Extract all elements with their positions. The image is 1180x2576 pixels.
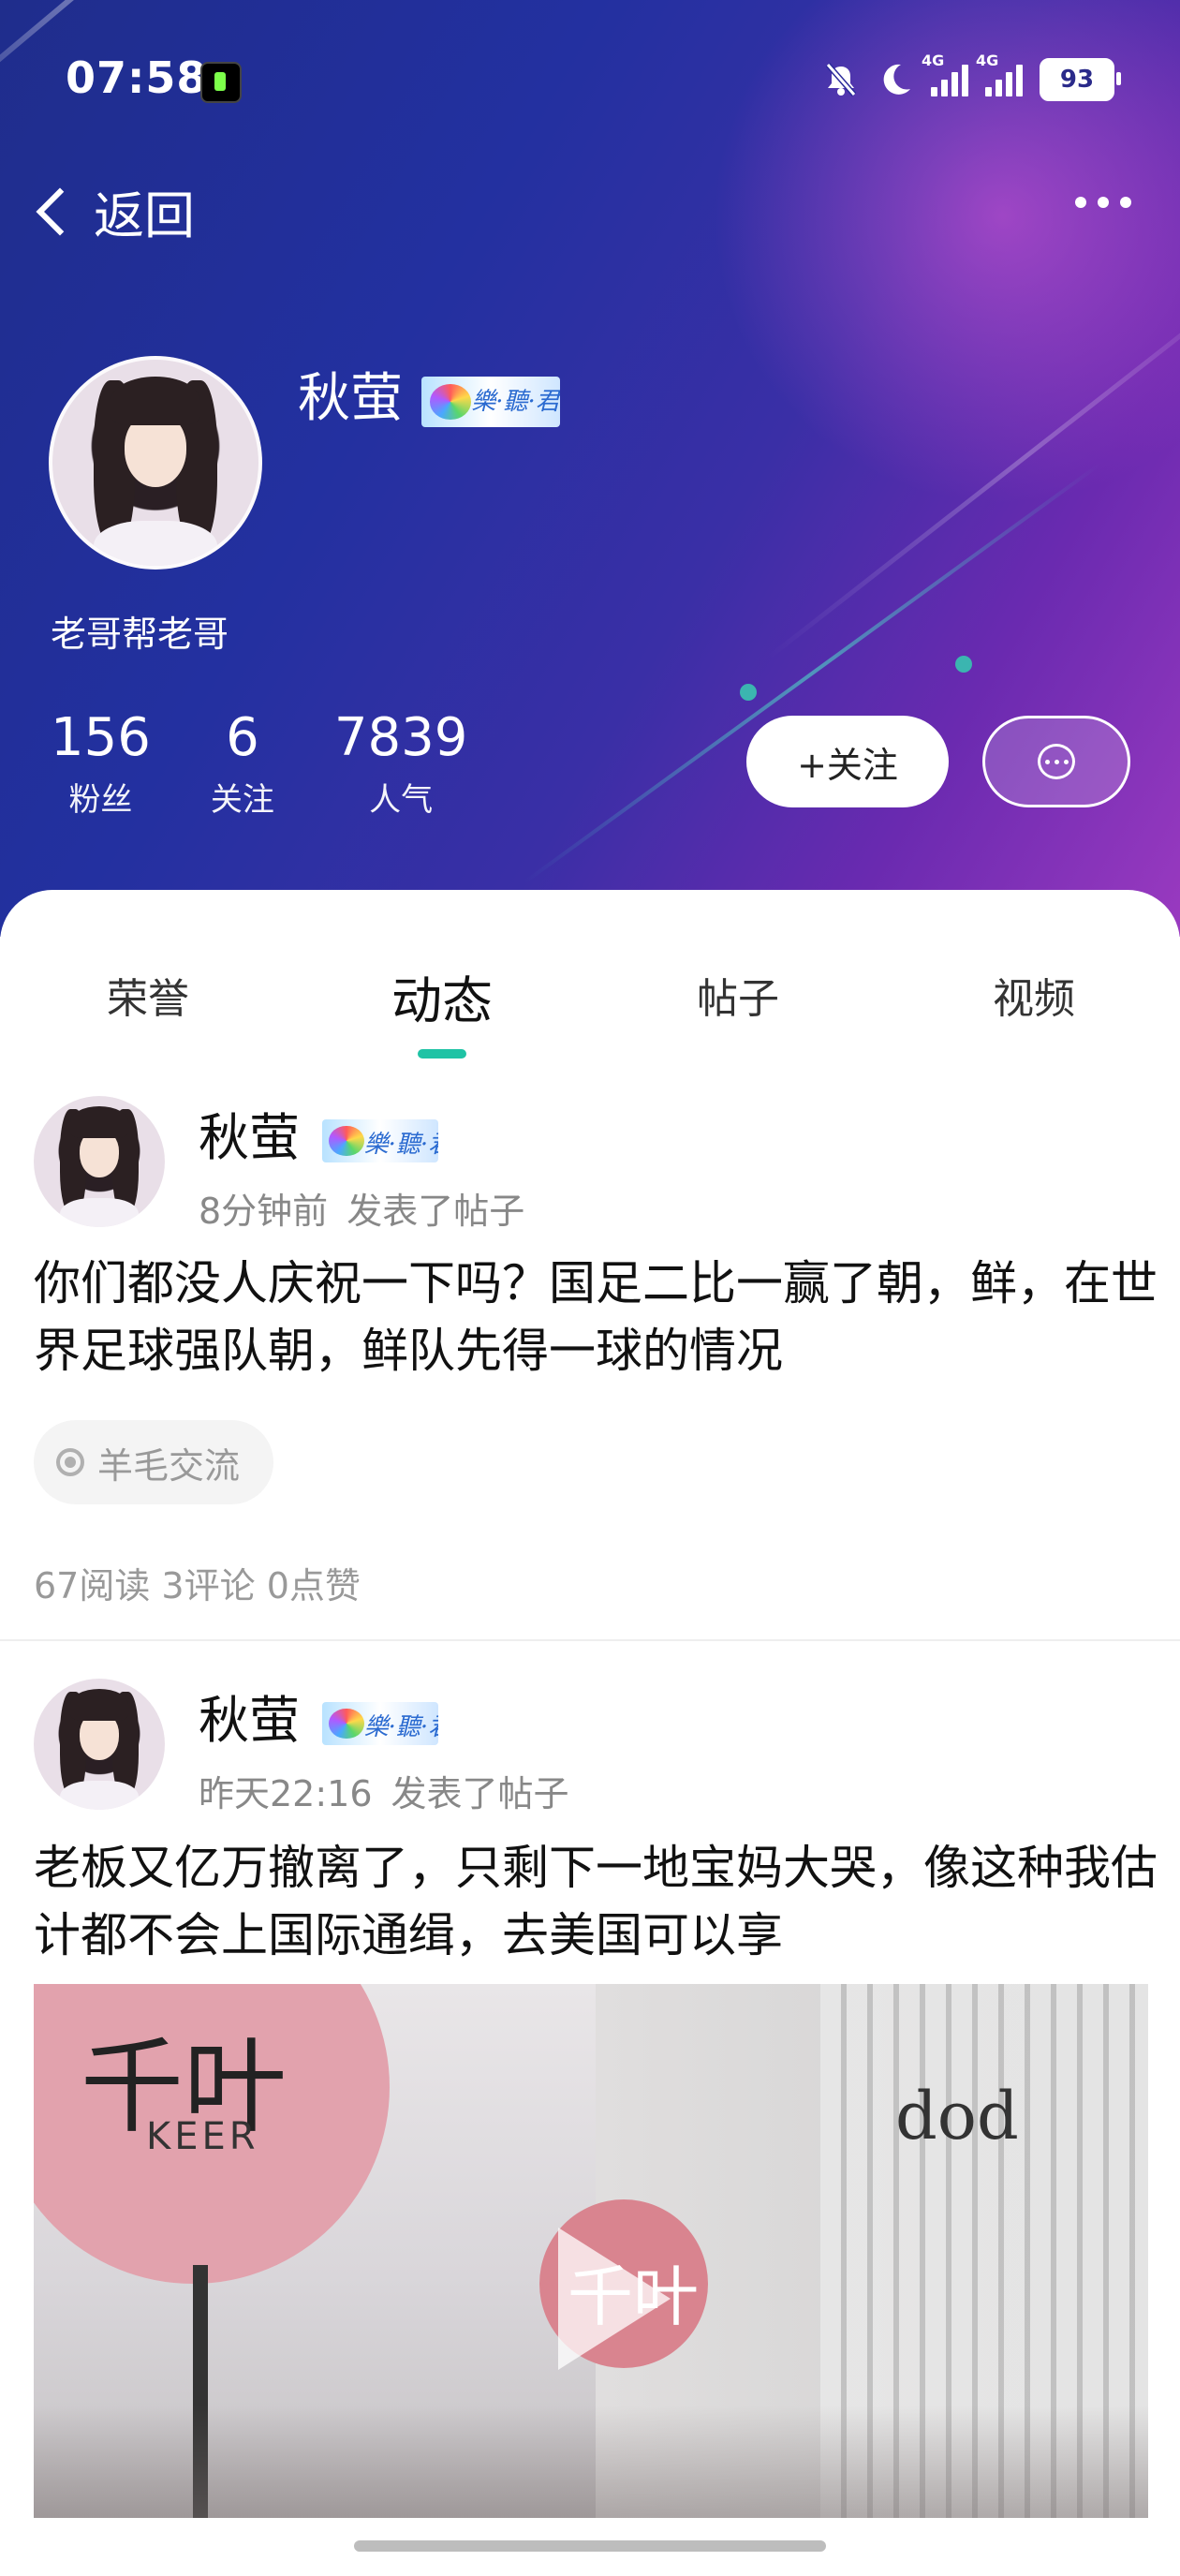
post-author[interactable]: 秋萤	[199, 1691, 300, 1750]
tab-honor[interactable]: 荣誉	[107, 965, 189, 1025]
post-text[interactable]: 老板又亿万撤离了，只剩下一地宝妈大哭，像这种我估计都不会上国际通缉，去美国可以享	[34, 1834, 1158, 1969]
video-door-text: dod	[895, 2078, 1019, 2154]
profile-bio: 老哥帮老哥	[51, 614, 229, 655]
stat-label: 粉丝	[68, 781, 133, 819]
profile-name-row: 秋萤 樂·聽·君	[298, 356, 560, 432]
post-author-row: 秋萤樂·聽·君	[199, 1679, 438, 1753]
status-bar: 07:58 4G 4G 93	[0, 0, 1180, 159]
chevron-left-icon	[36, 187, 84, 235]
post-time: 昨天22:16	[199, 1773, 373, 1814]
video-thumbnail[interactable]: 千叶 KEER dod 千叶	[34, 1984, 1148, 2518]
tab-posts[interactable]: 帖子	[697, 965, 779, 1025]
post-meta: 8分钟前 发表了帖子	[199, 1182, 524, 1234]
profile-name: 秋萤	[298, 368, 403, 429]
profile-stats: 156 粉丝 6 关注 7839 人气	[51, 708, 527, 820]
post-author[interactable]: 秋萤	[199, 1108, 300, 1167]
chat-bubble-icon	[1038, 744, 1075, 779]
post-action: 发表了帖子	[347, 1191, 525, 1232]
tab-videos[interactable]: 视频	[993, 965, 1075, 1025]
back-label: 返回	[94, 186, 195, 245]
decorative-dot	[955, 656, 972, 673]
avatar[interactable]	[49, 356, 262, 570]
avatar[interactable]	[34, 1096, 165, 1227]
status-time: 07:58	[66, 52, 208, 103]
video-sign-subtext: KEER	[146, 2115, 259, 2158]
divider	[0, 1639, 1180, 1641]
post-text[interactable]: 你们都没人庆祝一下吗？国足二比一赢了朝，鲜，在世界足球强队朝，鲜队先得一球的情况	[34, 1250, 1158, 1384]
follow-button[interactable]: +关注	[746, 716, 949, 807]
topic-icon	[56, 1448, 84, 1476]
profile-tabs: 荣誉 动态 帖子 视频	[0, 965, 1180, 1059]
network-type-label: 4G	[976, 52, 999, 69]
video-scene-counter	[34, 2406, 1148, 2518]
decorative-streak	[523, 462, 1102, 884]
user-badge-icon: 樂·聽·君	[322, 1119, 438, 1163]
status-icons: 4G 4G 93	[822, 52, 1121, 103]
post-stats: 67阅读 3评论 0点赞	[34, 1565, 361, 1606]
signal-icon: 4G	[976, 52, 1023, 96]
post-author-row: 秋萤樂·聽·君	[199, 1096, 438, 1170]
decorative-dot	[740, 684, 757, 701]
message-button[interactable]	[982, 716, 1130, 807]
active-tab-indicator	[418, 1049, 466, 1059]
mute-bell-icon	[825, 63, 857, 96]
moon-icon	[883, 64, 910, 95]
stat-popularity: 7839 人气	[334, 708, 468, 820]
battery-icon: 93	[1040, 58, 1121, 101]
topic-tag-label: 羊毛交流	[97, 1444, 241, 1487]
stat-label: 人气	[369, 781, 434, 819]
stat-value: 156	[51, 707, 151, 768]
stat-value: 6	[226, 707, 259, 768]
stat-value: 7839	[333, 707, 468, 768]
post-time: 8分钟前	[199, 1191, 329, 1232]
topic-tag[interactable]: 羊毛交流	[34, 1420, 274, 1504]
tab-activity[interactable]: 动态	[391, 959, 493, 1033]
app-notification-icon	[200, 62, 242, 103]
battery-level: 93	[1059, 66, 1095, 94]
stat-label: 关注	[210, 781, 274, 819]
more-dots-icon[interactable]	[1075, 197, 1131, 208]
user-badge-icon: 樂·聽·君	[322, 1702, 438, 1746]
network-type-label: 4G	[922, 52, 945, 69]
home-indicator[interactable]	[354, 2540, 826, 2552]
post-meta: 昨天22:16 发表了帖子	[199, 1765, 569, 1816]
stat-following[interactable]: 6 关注	[211, 708, 274, 820]
stat-fans[interactable]: 156 粉丝	[51, 708, 151, 820]
play-icon[interactable]	[558, 2228, 671, 2370]
user-badge-icon: 樂·聽·君	[421, 376, 560, 427]
avatar[interactable]	[34, 1679, 165, 1810]
post-action: 发表了帖子	[391, 1773, 569, 1814]
back-button[interactable]: 返回	[32, 174, 195, 248]
signal-icon: 4G	[922, 52, 968, 96]
